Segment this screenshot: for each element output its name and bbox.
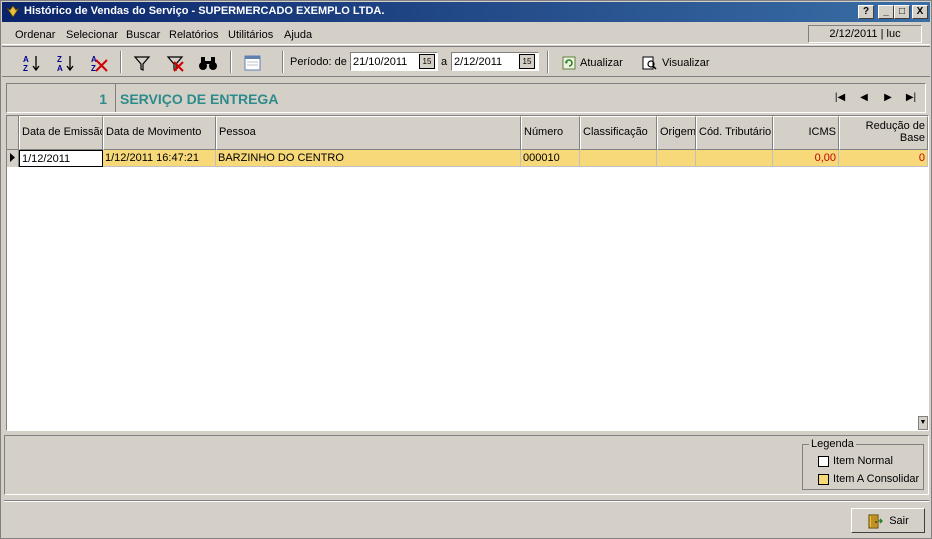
- visualizar-label: Visualizar: [662, 57, 710, 69]
- legend-title: Legenda: [809, 438, 856, 450]
- calendar-to-icon[interactable]: 15: [519, 54, 535, 69]
- nav-next-button[interactable]: ▶: [881, 92, 895, 104]
- menu-bar: Ordenar Selecionar Buscar Relatórios Uti…: [2, 23, 930, 45]
- title-bar[interactable]: Histórico de Vendas do Serviço - SUPERME…: [2, 2, 930, 22]
- header-divider: [115, 84, 116, 112]
- col-numero[interactable]: Número: [521, 116, 580, 150]
- window-icon[interactable]: [242, 54, 262, 72]
- service-name: SERVIÇO DE ENTREGA: [120, 91, 279, 107]
- col-pessoa[interactable]: Pessoa: [216, 116, 521, 150]
- grid-header: Data de Emissão Data de Movimento Pessoa…: [7, 116, 928, 150]
- legend-label-normal: Item Normal: [833, 455, 893, 467]
- clear-filter-icon[interactable]: [165, 54, 185, 72]
- legend-label-consolidar: Item A Consolidar: [833, 473, 920, 485]
- menu-relatorios[interactable]: Relatórios: [169, 29, 219, 41]
- cell-cod-tributario[interactable]: [696, 150, 773, 167]
- sair-button[interactable]: Sair: [851, 508, 925, 533]
- cell-reducao-base[interactable]: 0: [839, 150, 928, 167]
- date-to-label: a: [441, 56, 448, 68]
- legend-swatch-consolidar: [818, 473, 829, 485]
- cell-data-emissao[interactable]: 1/12/2011: [19, 150, 103, 167]
- calendar-from-icon[interactable]: 15: [419, 54, 435, 69]
- bottom-panel: Legenda Item Normal Item A Consolidar: [4, 435, 929, 495]
- menu-ordenar[interactable]: Ordenar: [15, 29, 55, 41]
- sort-desc-icon[interactable]: Z A: [56, 54, 76, 72]
- atualizar-button[interactable]: Atualizar: [562, 55, 623, 71]
- cell-icms[interactable]: 0,00: [773, 150, 839, 167]
- cell-pessoa[interactable]: BARZINHO DO CENTRO: [216, 150, 521, 167]
- periodo-label: Período: de: [290, 56, 347, 68]
- svg-text:A: A: [91, 55, 97, 64]
- svg-text:Z: Z: [91, 64, 96, 72]
- col-classificacao[interactable]: Classificação: [580, 116, 657, 150]
- nav-prev-button[interactable]: ◀: [857, 92, 871, 104]
- nav-first-button[interactable]: |◀: [833, 92, 847, 104]
- legend-swatch-normal: [818, 455, 829, 467]
- cell-classificacao[interactable]: [580, 150, 657, 167]
- exit-door-icon: [868, 514, 884, 528]
- legend-box: Legenda Item Normal Item A Consolidar: [802, 438, 924, 490]
- nav-last-button[interactable]: ▶|: [904, 92, 918, 104]
- svg-text:A: A: [57, 64, 63, 72]
- cell-data-movimento[interactable]: 1/12/2011 16:47:21: [103, 150, 216, 167]
- help-button[interactable]: ?: [858, 5, 874, 19]
- svg-text:A: A: [23, 55, 29, 64]
- service-header: 1 SERVIÇO DE ENTREGA |◀ ◀ ▶ ▶|: [6, 83, 926, 113]
- service-number: 1: [99, 91, 107, 107]
- cell-origem[interactable]: [657, 150, 696, 167]
- main-window: Histórico de Vendas do Serviço - SUPERME…: [0, 0, 932, 539]
- visualizar-button[interactable]: Visualizar: [642, 55, 710, 71]
- col-reducao-base[interactable]: Redução de Base: [839, 116, 928, 150]
- menu-buscar[interactable]: Buscar: [126, 29, 160, 41]
- refresh-icon: [562, 56, 576, 70]
- toolbar-separator: [230, 51, 232, 73]
- maximize-button[interactable]: □: [894, 5, 910, 19]
- sair-label: Sair: [889, 514, 909, 527]
- toolbar-separator: [120, 51, 122, 73]
- table-row[interactable]: 1/12/2011 1/12/2011 16:47:21 BARZINHO DO…: [7, 150, 928, 167]
- scroll-down-arrow-icon[interactable]: ▼: [918, 416, 928, 430]
- col-origem[interactable]: Origem: [657, 116, 696, 150]
- menu-utilitarios[interactable]: Utilitários: [228, 29, 273, 41]
- footer-separator: [4, 500, 929, 502]
- col-data-emissao[interactable]: Data de Emissão: [19, 116, 103, 150]
- sales-grid[interactable]: Data de Emissão Data de Movimento Pessoa…: [6, 115, 929, 431]
- binoculars-icon[interactable]: [198, 54, 218, 72]
- toolbar: A Z Z A A Z Período: de 21/10/2011 15 a …: [2, 46, 930, 77]
- close-button[interactable]: X: [912, 5, 928, 19]
- clear-sort-icon[interactable]: A Z: [90, 54, 110, 72]
- col-data-movimento[interactable]: Data de Movimento: [103, 116, 216, 150]
- menu-selecionar[interactable]: Selecionar: [66, 29, 118, 41]
- atualizar-label: Atualizar: [580, 57, 623, 69]
- toolbar-separator: [282, 51, 284, 73]
- filter-icon[interactable]: [132, 54, 152, 72]
- status-date-user: 2/12/2011 | luc: [808, 25, 922, 43]
- col-cod-tributario[interactable]: Cód. Tributário: [696, 116, 773, 150]
- window-title: Histórico de Vendas do Serviço - SUPERME…: [24, 5, 385, 17]
- cell-numero[interactable]: 000010: [521, 150, 580, 167]
- svg-text:Z: Z: [57, 55, 62, 64]
- preview-icon: [642, 56, 657, 70]
- toolbar-separator: [547, 51, 549, 73]
- col-icms[interactable]: ICMS: [773, 116, 839, 150]
- legend-item-consolidar: Item A Consolidar: [818, 473, 919, 485]
- legend-item-normal: Item Normal: [818, 455, 893, 467]
- svg-text:Z: Z: [23, 64, 28, 72]
- sort-asc-icon[interactable]: A Z: [22, 54, 42, 72]
- minimize-button[interactable]: _: [878, 5, 894, 19]
- app-icon: [6, 5, 20, 18]
- menu-ajuda[interactable]: Ajuda: [284, 29, 312, 41]
